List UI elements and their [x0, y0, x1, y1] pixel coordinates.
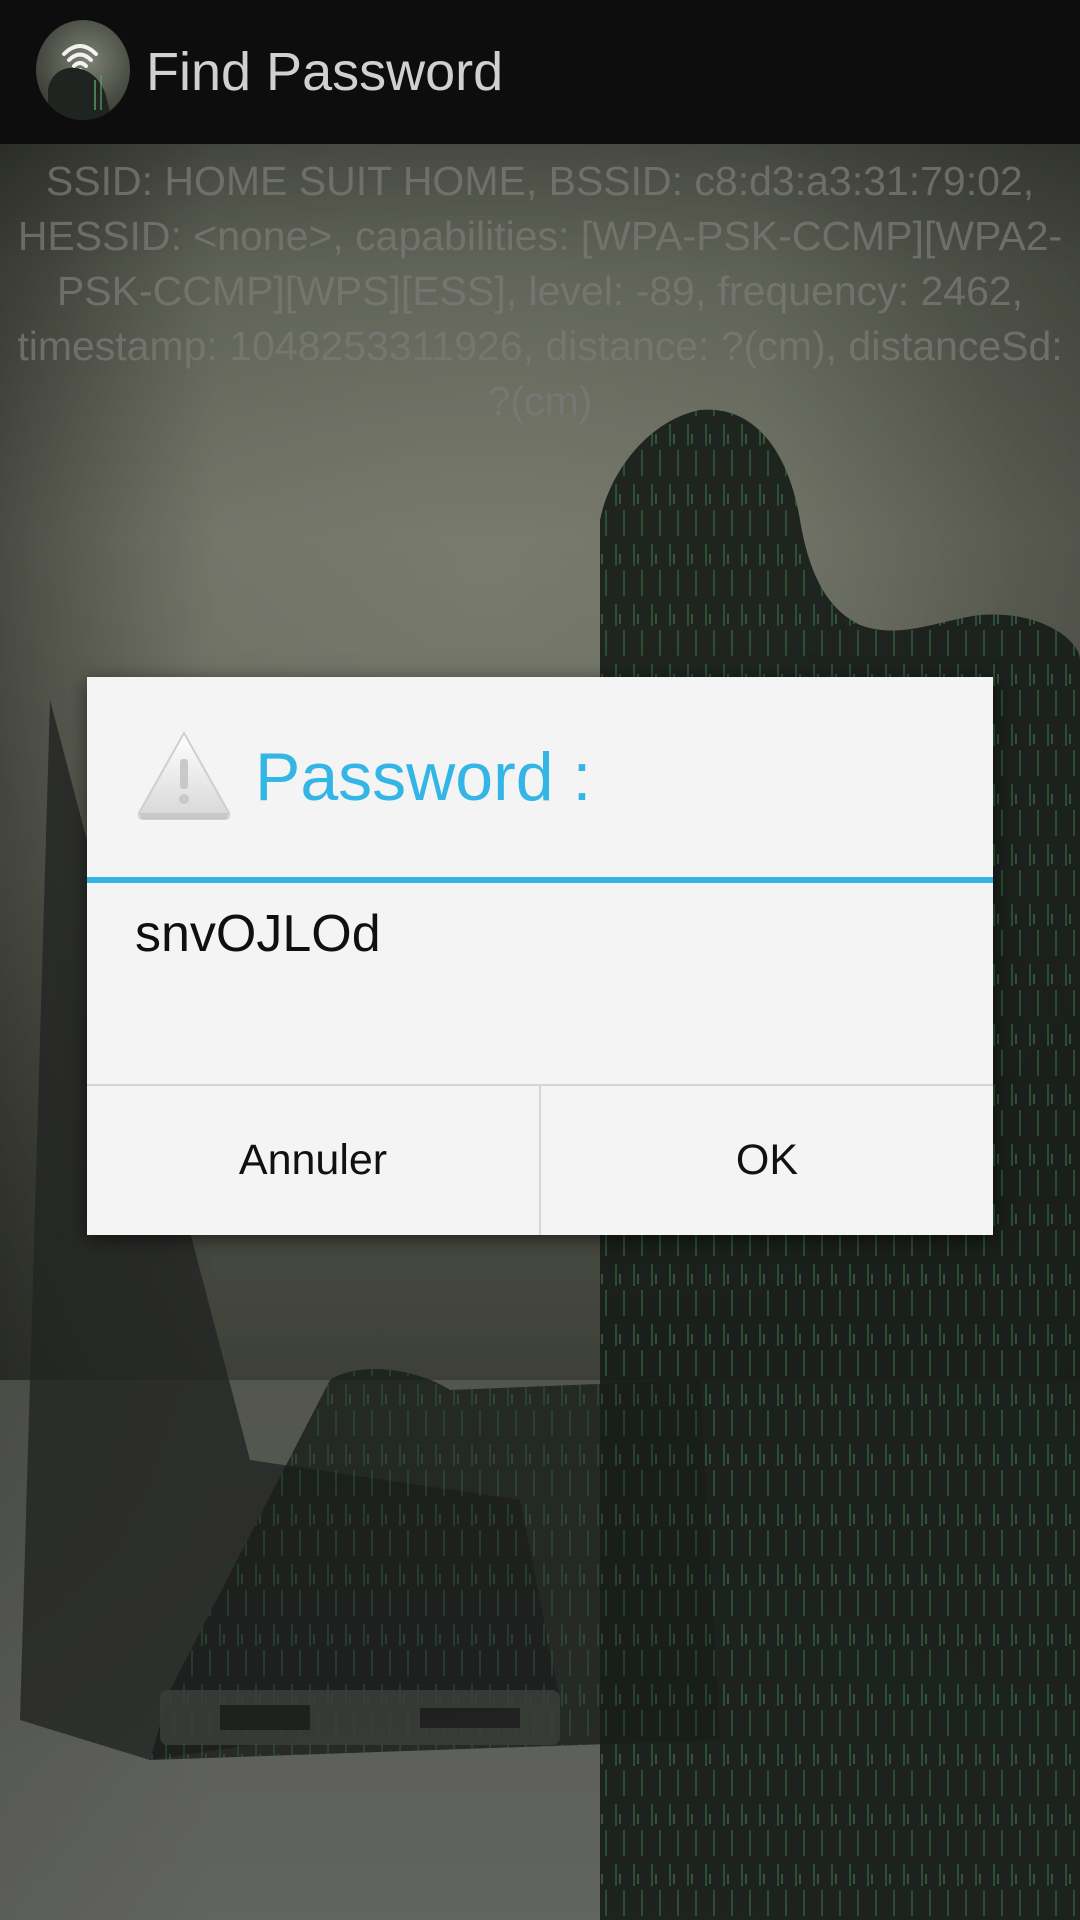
warning-icon: [134, 727, 234, 823]
dialog-button-bar: Annuler OK: [87, 1084, 993, 1237]
dialog-title: Password :: [255, 739, 592, 815]
dialog-header: Password :: [87, 677, 993, 877]
dialog-title-divider: [87, 877, 993, 883]
password-dialog: Password : snvOJLOd Annuler OK: [87, 677, 993, 1235]
app-logo-icon[interactable]: [36, 20, 130, 120]
action-bar: Find Password: [0, 0, 1080, 144]
app-title: Find Password: [146, 42, 504, 102]
ok-button[interactable]: OK: [539, 1086, 993, 1235]
cancel-button[interactable]: Annuler: [87, 1086, 539, 1235]
password-value: snvOJLOd: [135, 905, 381, 963]
